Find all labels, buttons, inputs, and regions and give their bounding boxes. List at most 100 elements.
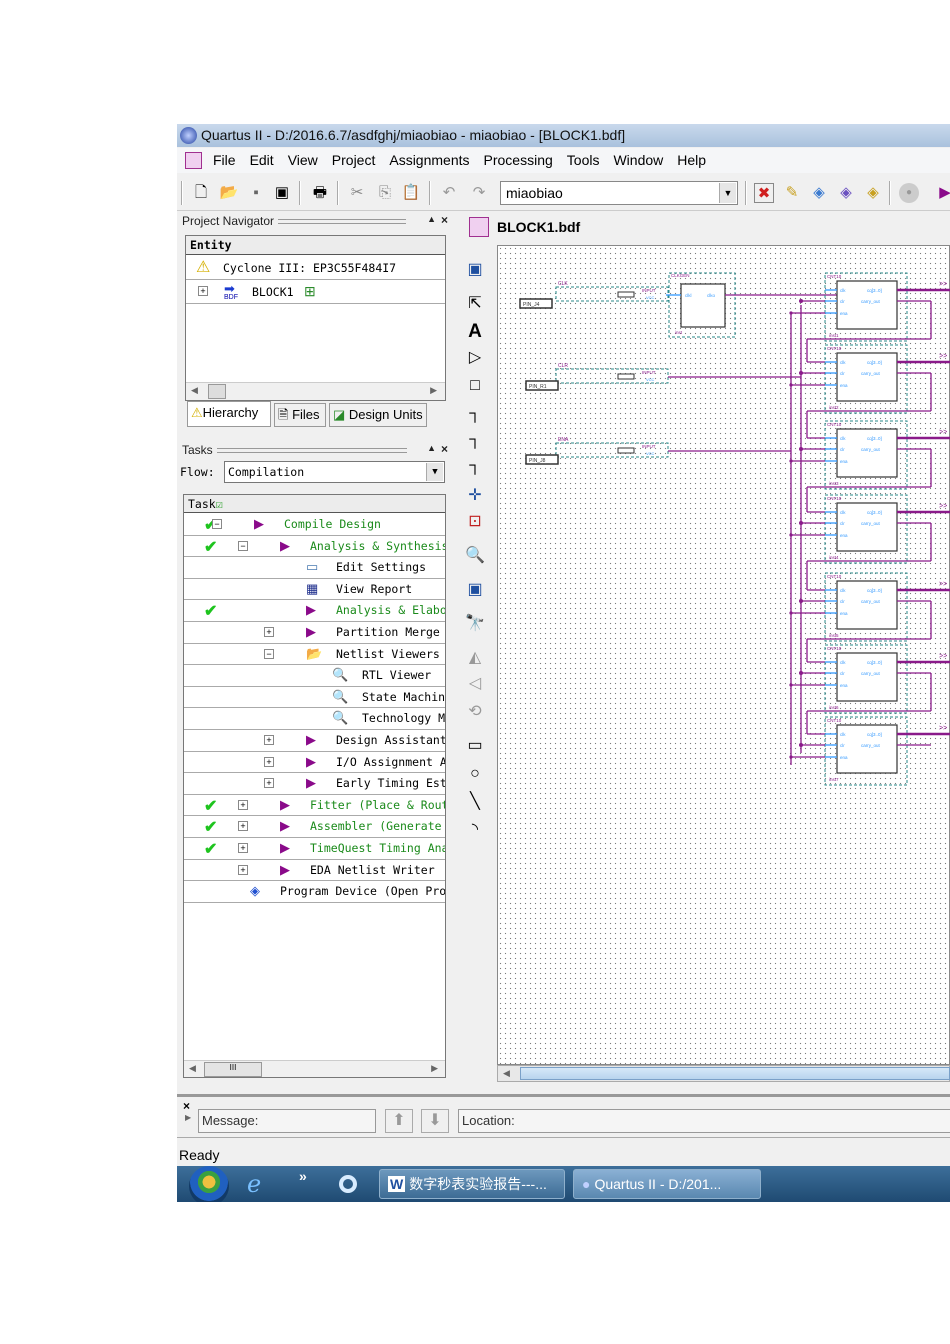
rotate-icon[interactable]: ⟲ xyxy=(465,702,485,722)
task-row[interactable]: ✔ ▶ Analysis & Elaboration xyxy=(184,600,445,622)
scroll-thumb[interactable] xyxy=(520,1067,950,1080)
line-tool-icon[interactable]: ╲ xyxy=(465,792,485,812)
tab-hierarchy[interactable]: ⚠Hierarchy xyxy=(187,401,271,427)
orthogonal-bus-icon[interactable]: ┐ xyxy=(465,430,485,450)
menu-window[interactable]: Window xyxy=(613,152,663,168)
start-compilation-icon[interactable]: ▶ xyxy=(935,183,950,203)
menu-file[interactable]: File xyxy=(213,152,236,168)
expand-icon[interactable]: + xyxy=(238,799,248,810)
expand-icon[interactable]: + xyxy=(264,627,274,637)
selection-tool-icon[interactable]: ⇱ xyxy=(465,294,485,314)
menu-assignments[interactable]: Assignments xyxy=(389,152,469,168)
expand-icon[interactable]: + xyxy=(264,735,274,745)
task-row[interactable]: ✔ + ▶ TimeQuest Timing Analysis xyxy=(184,838,445,860)
pencil-icon[interactable]: ✎ xyxy=(782,183,802,203)
text-tool-icon[interactable]: A xyxy=(465,322,485,342)
next-message-button[interactable]: ⬇ xyxy=(421,1109,449,1133)
print-icon[interactable]: 🖶 xyxy=(310,183,330,203)
copy-icon[interactable]: ⎘ xyxy=(375,183,395,203)
start-button[interactable] xyxy=(189,1166,229,1202)
task-row[interactable]: ✔ − ▶ Compile Design xyxy=(184,514,445,536)
overflow-chevron-icon[interactable]: » xyxy=(299,1168,307,1184)
orthogonal-conduit-icon[interactable]: ┐ xyxy=(465,456,485,476)
arc-tool-icon[interactable]: ◝ xyxy=(465,820,485,840)
horizontal-scrollbar[interactable]: ◀ III ▶ xyxy=(184,1060,445,1077)
task-row[interactable]: + ▶ Partition Merge xyxy=(184,622,445,644)
expand-icon[interactable]: + xyxy=(264,756,274,767)
schematic-canvas[interactable]: CLK INPUT VCC PIN_J4 CLR INPUT VCC PIN_R1 ENA INP… xyxy=(497,245,950,1065)
task-row[interactable]: ▭ Edit Settings xyxy=(184,557,445,579)
expand-icon[interactable]: + xyxy=(238,864,248,875)
save-icon[interactable]: ▪ xyxy=(246,183,266,203)
expand-icon[interactable]: + xyxy=(238,821,248,832)
taskbar-item-quartus[interactable]: ● Quartus II - D:/201... xyxy=(573,1169,761,1199)
menu-edit[interactable]: Edit xyxy=(250,152,274,168)
stop-icon[interactable]: ● xyxy=(899,183,919,203)
task-row[interactable]: 🔍 RTL Viewer xyxy=(184,665,445,687)
task-row[interactable]: − 📂 Netlist Viewers xyxy=(184,644,445,666)
stop-processing-icon[interactable]: ✖ xyxy=(754,183,774,203)
entity-column-header[interactable]: Entity xyxy=(186,236,445,255)
block-tool-icon[interactable]: □ xyxy=(465,376,485,396)
menu-help[interactable]: Help xyxy=(677,152,706,168)
orthogonal-node-icon[interactable]: ┐ xyxy=(465,404,485,424)
location-field[interactable]: Location: xyxy=(458,1109,950,1133)
zoom-tool-icon[interactable]: 🔍 xyxy=(465,546,485,566)
task-row[interactable]: + ▶ Early Timing Estimate xyxy=(184,773,445,795)
task-row[interactable]: 🔍 Technology Map Viewer xyxy=(184,708,445,730)
task-row[interactable]: + ▶ Design Assistant xyxy=(184,730,445,752)
expand-icon[interactable]: + xyxy=(238,843,248,853)
flip-vertical-icon[interactable]: ◁ xyxy=(465,674,485,694)
collapse-icon[interactable]: − xyxy=(264,648,274,659)
full-screen-icon[interactable]: ▣ xyxy=(465,580,485,600)
task-row[interactable]: + ▶ I/O Assignment Analysis xyxy=(184,752,445,774)
scroll-thumb[interactable] xyxy=(208,384,226,399)
expand-arrow-icon[interactable]: ▶ xyxy=(185,1113,191,1122)
symbol-tool-icon[interactable]: ▷ xyxy=(465,348,485,368)
menu-processing[interactable]: Processing xyxy=(484,152,553,168)
expand-icon[interactable]: + xyxy=(264,778,274,789)
close-icon[interactable]: × xyxy=(183,1099,190,1113)
menu-project[interactable]: Project xyxy=(332,152,376,168)
detach-window-icon[interactable]: ▣ xyxy=(465,260,485,280)
chevron-down-icon[interactable]: ▼ xyxy=(426,463,443,481)
maximize-icon[interactable]: ▲ xyxy=(427,214,436,224)
canvas-horizontal-scrollbar[interactable]: ◀ xyxy=(497,1065,950,1082)
internet-explorer-icon[interactable]: e xyxy=(247,1170,261,1198)
analysis-icon[interactable]: ◈ xyxy=(836,183,856,203)
menu-view[interactable]: View xyxy=(288,152,318,168)
device-row[interactable]: ⚠ Cyclone III: EP3C55F484I7 xyxy=(186,256,445,280)
partial-line-select-icon[interactable]: ✛ xyxy=(465,486,485,506)
rectangle-tool-icon[interactable]: ▭ xyxy=(465,736,485,756)
rubberbanding-icon[interactable]: ⊡ xyxy=(465,512,485,532)
timing-icon[interactable]: ◈ xyxy=(863,183,883,203)
entity-row[interactable]: + ➡ BDF BLOCK1 ⊞ xyxy=(186,280,445,304)
previous-message-button[interactable]: ⬆ xyxy=(385,1109,413,1133)
project-combo[interactable]: miaobiao ▼ xyxy=(500,181,738,205)
compile-icon[interactable]: ◈ xyxy=(809,183,829,203)
message-field[interactable]: Message: xyxy=(198,1109,376,1133)
task-row[interactable]: ✔ − ▶ Analysis & Synthesis xyxy=(184,536,445,558)
undo-icon[interactable]: ↶ xyxy=(439,183,459,203)
task-row[interactable]: ✔ + ▶ Assembler (Generate programming files… xyxy=(184,816,445,838)
task-row[interactable]: 🔍 State Machine Viewer xyxy=(184,687,445,709)
save-all-icon[interactable]: ▣ xyxy=(272,183,292,203)
close-icon[interactable]: × xyxy=(441,442,448,456)
flip-horizontal-icon[interactable]: ◭ xyxy=(465,648,485,668)
flow-select[interactable]: Compilation ▼ xyxy=(224,461,445,483)
task-row[interactable]: ✔ + ▶ Fitter (Place & Route) xyxy=(184,795,445,817)
open-folder-icon[interactable]: 📂 xyxy=(219,183,239,203)
maximize-icon[interactable]: ▲ xyxy=(427,443,436,453)
close-icon[interactable]: × xyxy=(441,213,448,227)
expand-icon[interactable]: + xyxy=(198,286,208,296)
horizontal-scrollbar[interactable]: ◀ ▶ xyxy=(186,382,445,400)
chevron-down-icon[interactable]: ▼ xyxy=(719,183,736,203)
menu-tools[interactable]: Tools xyxy=(567,152,600,168)
collapse-icon[interactable]: − xyxy=(238,540,248,551)
oval-tool-icon[interactable]: ○ xyxy=(465,764,485,784)
taskbar-item-word[interactable]: W 数字秒表实验报告---... xyxy=(379,1169,565,1199)
task-row[interactable]: ◈ Program Device (Open Programmer) xyxy=(184,881,445,903)
app-icon[interactable] xyxy=(339,1175,357,1193)
find-icon[interactable]: 🔭 xyxy=(465,614,485,634)
new-file-icon[interactable]: 🗋 xyxy=(191,183,211,203)
